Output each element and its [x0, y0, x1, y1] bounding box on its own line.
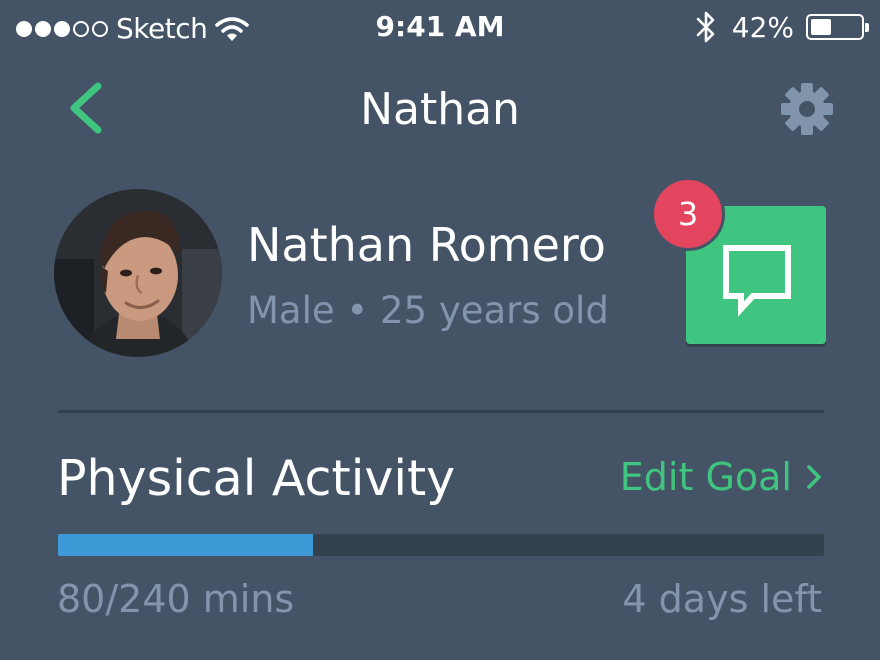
progress-bar	[58, 534, 824, 556]
divider	[58, 410, 824, 413]
days-left-label: 4 days left	[622, 577, 822, 621]
edit-goal-link[interactable]: Edit Goal	[620, 455, 822, 499]
battery-icon	[806, 14, 869, 40]
avatar[interactable]	[54, 189, 222, 357]
gear-icon[interactable]	[778, 80, 836, 138]
progress-label: 80/240 mins	[57, 577, 295, 621]
battery-percent: 42%	[731, 10, 794, 44]
progress-fill	[58, 534, 314, 556]
status-bar: Sketch 9:41 AM 42%	[0, 0, 880, 58]
chevron-right-icon	[807, 465, 821, 489]
profile-meta: Male • 25 years old	[247, 289, 609, 332]
chat-bubble-icon	[723, 245, 791, 317]
profile-name: Nathan Romero	[247, 218, 606, 272]
section-title: Physical Activity	[57, 450, 456, 507]
status-right: 42%	[694, 10, 869, 44]
battery-tip	[865, 23, 869, 32]
edit-goal-label: Edit Goal	[619, 455, 792, 499]
unread-badge: 3	[651, 177, 725, 251]
battery-level	[811, 19, 832, 35]
bluetooth-icon	[696, 11, 715, 43]
page-title: Nathan	[360, 84, 520, 135]
